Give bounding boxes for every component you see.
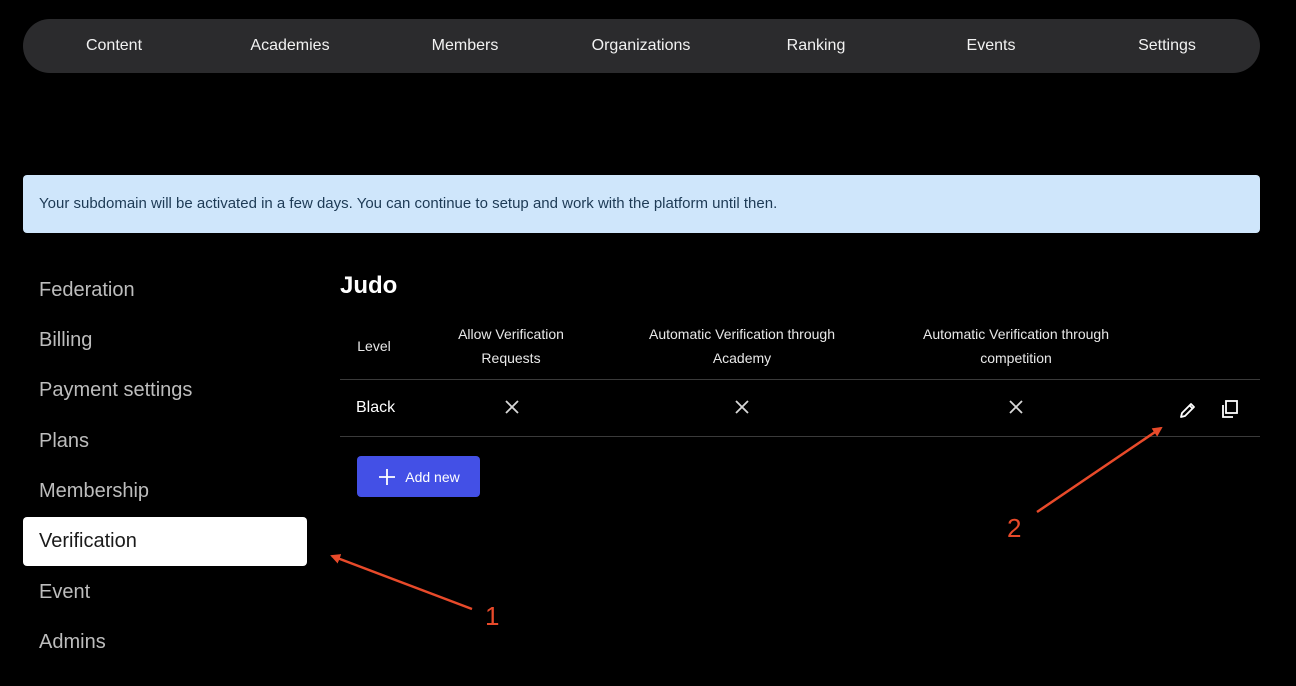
sidebar-item-admins[interactable]: Admins — [23, 618, 307, 667]
pencil-icon[interactable] — [1177, 399, 1199, 421]
nav-item-events[interactable]: Events — [967, 19, 1016, 73]
page-title: Judo — [340, 272, 398, 299]
page: Content Academies Members Organizations … — [0, 0, 1296, 686]
nav-item-organizations[interactable]: Organizations — [592, 19, 691, 73]
annotation-arrow-2 — [1036, 426, 1163, 514]
copy-icon[interactable] — [1219, 398, 1241, 420]
column-header-competition-line1: Automatic Verification through — [923, 326, 1109, 342]
nav-item-content[interactable]: Content — [86, 19, 142, 73]
header-divider — [340, 379, 1260, 380]
nav-item-members[interactable]: Members — [432, 19, 499, 73]
x-icon — [735, 400, 749, 414]
column-header-allow-verification: Allow Verification Requests — [436, 322, 586, 370]
add-new-button[interactable]: Add new — [357, 456, 480, 497]
sidebar-item-federation[interactable]: Federation — [23, 266, 307, 315]
nav-item-academies[interactable]: Academies — [250, 19, 329, 73]
column-header-academy-verification: Automatic Verification through Academy — [622, 322, 862, 370]
plus-icon — [379, 468, 396, 485]
sidebar-item-verification[interactable]: Verification — [23, 517, 307, 566]
top-nav: Content Academies Members Organizations … — [23, 19, 1260, 73]
add-new-label: Add new — [405, 468, 460, 485]
row-divider — [340, 436, 1260, 437]
sidebar-item-plans[interactable]: Plans — [23, 417, 307, 466]
column-header-competition-verification: Automatic Verification through competiti… — [896, 322, 1136, 370]
nav-item-ranking[interactable]: Ranking — [787, 19, 846, 73]
cell-level: Black — [356, 399, 396, 416]
x-icon — [505, 400, 519, 414]
column-header-academy-line1: Automatic Verification through — [649, 326, 835, 342]
column-header-academy-line2: Academy — [712, 350, 772, 366]
info-banner: Your subdomain will be activated in a fe… — [23, 175, 1260, 233]
sidebar-item-event[interactable]: Event — [23, 568, 307, 617]
x-icon — [1009, 400, 1023, 414]
column-header-allow-line2: Requests — [481, 350, 541, 366]
annotation-label-2: 2 — [1007, 513, 1022, 543]
annotation-label-1: 1 — [485, 601, 500, 631]
column-header-allow-line1: Allow Verification — [458, 326, 564, 342]
column-header-competition-line2: competition — [980, 350, 1052, 366]
sidebar-item-membership[interactable]: Membership — [23, 467, 307, 516]
sidebar-item-payment-settings[interactable]: Payment settings — [23, 366, 307, 415]
column-header-level: Level — [357, 338, 391, 354]
annotation-arrow-1 — [330, 554, 473, 611]
nav-item-settings[interactable]: Settings — [1138, 19, 1196, 73]
sidebar-item-billing[interactable]: Billing — [23, 316, 307, 365]
